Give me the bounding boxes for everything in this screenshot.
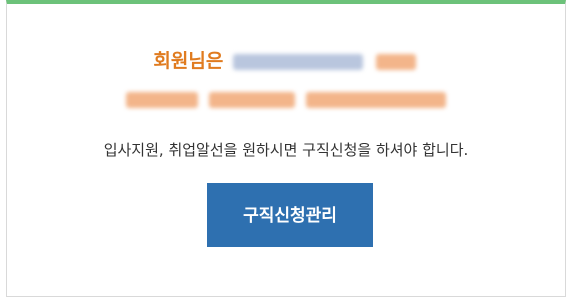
redacted-date <box>232 53 363 70</box>
redacted-text <box>125 91 198 108</box>
greeting-line: 회원님은 <box>7 48 565 74</box>
redacted-text <box>209 91 295 108</box>
greeting-label: 회원님은 <box>153 50 224 72</box>
redacted-text <box>375 53 416 70</box>
redacted-text <box>306 91 447 108</box>
notice-card: 회원님은 입사지원, 취업알선을 원하시면 구직신청을 하셔야 합니다. 구직신… <box>6 0 566 297</box>
redacted-line <box>7 88 565 110</box>
job-application-manage-button[interactable]: 구직신청관리 <box>207 183 373 247</box>
application-notice: 입사지원, 취업알선을 원하시면 구직신청을 하셔야 합니다. <box>103 141 469 159</box>
